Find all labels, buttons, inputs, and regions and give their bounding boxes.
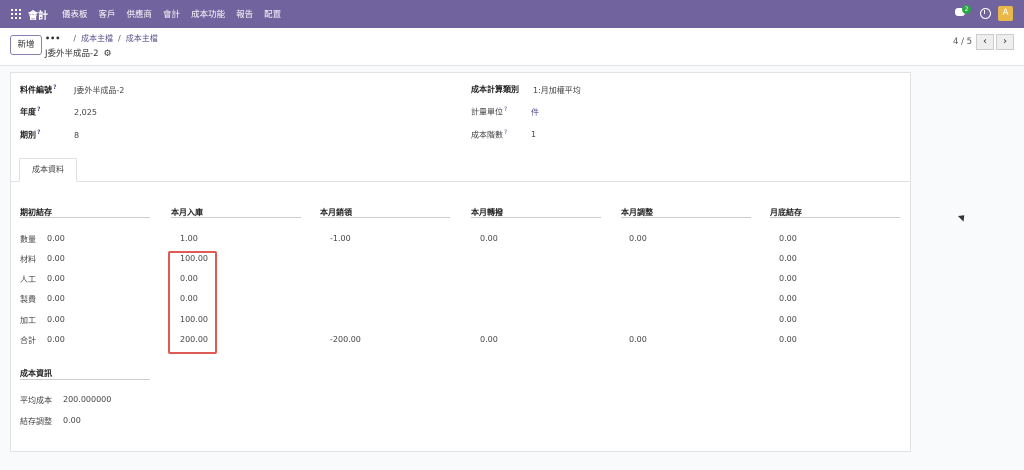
mouse-cursor-icon bbox=[957, 212, 968, 222]
row-label-quantity: 數量 bbox=[20, 235, 36, 244]
apps-grid-icon[interactable] bbox=[11, 9, 21, 19]
cell-incoming[interactable]: 1.00 bbox=[180, 234, 198, 243]
cell-opening[interactable]: 0.00 bbox=[47, 254, 65, 263]
cell-adjust[interactable]: 0.00 bbox=[629, 234, 647, 243]
cell-transfer[interactable]: 0.00 bbox=[480, 335, 498, 344]
breadcrumb: ••• / 成本主檔 / 成本主檔 bbox=[45, 34, 158, 43]
breadcrumb-item[interactable]: 成本主檔 bbox=[81, 34, 113, 43]
cell-closing[interactable]: 0.00 bbox=[779, 274, 797, 283]
cell-opening[interactable]: 0.00 bbox=[47, 335, 65, 344]
calc-type-label: 成本計算類別 bbox=[471, 85, 519, 94]
stock-adjust-value[interactable]: 0.00 bbox=[63, 416, 81, 425]
period-value[interactable]: 8 bbox=[74, 131, 79, 140]
cost-info-title: 成本資訊 bbox=[20, 369, 52, 378]
item-code-value[interactable]: J委外半成品-2 bbox=[74, 85, 124, 96]
menu-item-reports[interactable]: 報告 bbox=[236, 8, 253, 20]
highlight-box bbox=[168, 251, 217, 354]
cell-closing[interactable]: 0.00 bbox=[779, 294, 797, 303]
user-avatar[interactable]: A bbox=[998, 6, 1013, 21]
chat-count-badge: 2 bbox=[962, 5, 971, 14]
cost-level-label: 成本階數? bbox=[471, 129, 508, 140]
tab-cost-data[interactable]: 成本資料 bbox=[19, 158, 77, 182]
year-label: 年度? bbox=[20, 106, 41, 117]
cell-closing[interactable]: 0.00 bbox=[779, 315, 797, 324]
stock-adjust-label: 結存調整 bbox=[20, 417, 52, 426]
cell-adjust[interactable]: 0.00 bbox=[629, 335, 647, 344]
cell-opening[interactable]: 0.00 bbox=[47, 294, 65, 303]
clock-icon[interactable] bbox=[980, 8, 991, 19]
record-title: J委外半成品-2 ⚙ bbox=[45, 49, 112, 59]
tab-bar bbox=[11, 181, 910, 182]
cell-issued[interactable]: -200.00 bbox=[330, 335, 361, 344]
menu-item-accounting[interactable]: 會計 bbox=[163, 8, 180, 20]
row-label-processing: 加工 bbox=[20, 316, 36, 325]
row-label-material: 材料 bbox=[20, 255, 36, 264]
new-button[interactable]: 新增 bbox=[10, 35, 42, 55]
uom-value[interactable]: 件 bbox=[531, 107, 539, 118]
gear-icon[interactable]: ⚙ bbox=[103, 49, 111, 59]
pager-next-button[interactable]: › bbox=[996, 34, 1014, 50]
cell-closing[interactable]: 0.00 bbox=[779, 254, 797, 263]
cell-closing[interactable]: 0.00 bbox=[779, 335, 797, 344]
menu-item-dashboard[interactable]: 儀表板 bbox=[62, 8, 88, 20]
form-sheet: 料件編號? J委外半成品-2 年度? 2,025 期別? 8 成本計算類別 1:… bbox=[10, 72, 911, 452]
avg-cost-value[interactable]: 200.000000 bbox=[63, 395, 111, 404]
row-label-labor: 人工 bbox=[20, 275, 36, 284]
main-menu: 儀表板 客戶 供應商 會計 成本功能 報告 配置 bbox=[62, 8, 292, 20]
menu-item-vendors[interactable]: 供應商 bbox=[127, 8, 153, 20]
row-label-total: 合計 bbox=[20, 336, 36, 345]
cell-opening[interactable]: 0.00 bbox=[47, 274, 65, 283]
avg-cost-label: 平均成本 bbox=[20, 396, 52, 405]
calc-type-value[interactable]: 1:月加權平均 bbox=[533, 85, 581, 96]
cost-level-value[interactable]: 1 bbox=[531, 130, 536, 139]
item-code-label: 料件編號? bbox=[20, 84, 57, 95]
year-value[interactable]: 2,025 bbox=[74, 108, 97, 117]
row-label-overhead: 製費 bbox=[20, 295, 36, 304]
cell-issued[interactable]: -1.00 bbox=[330, 234, 351, 243]
control-panel: 新增 ••• / 成本主檔 / 成本主檔 J委外半成品-2 ⚙ 4 / 5 ‹ › bbox=[0, 28, 1024, 66]
cell-opening[interactable]: 0.00 bbox=[47, 234, 65, 243]
breadcrumb-item[interactable]: 成本主檔 bbox=[126, 34, 158, 43]
pager-value[interactable]: 4 / 5 bbox=[953, 37, 972, 47]
breadcrumb-more[interactable]: ••• bbox=[45, 34, 60, 43]
top-navbar: 會計 儀表板 客戶 供應商 會計 成本功能 報告 配置 2 A bbox=[0, 0, 1024, 28]
app-brand[interactable]: 會計 bbox=[28, 7, 48, 22]
period-label: 期別? bbox=[20, 129, 41, 140]
menu-item-cost-functions[interactable]: 成本功能 bbox=[191, 8, 225, 20]
uom-label: 計量單位? bbox=[471, 106, 508, 117]
cell-transfer[interactable]: 0.00 bbox=[480, 234, 498, 243]
menu-item-configuration[interactable]: 配置 bbox=[264, 8, 281, 20]
cell-closing[interactable]: 0.00 bbox=[779, 234, 797, 243]
pager-previous-button[interactable]: ‹ bbox=[976, 34, 994, 50]
cell-opening[interactable]: 0.00 bbox=[47, 315, 65, 324]
menu-item-customers[interactable]: 客戶 bbox=[99, 8, 116, 20]
